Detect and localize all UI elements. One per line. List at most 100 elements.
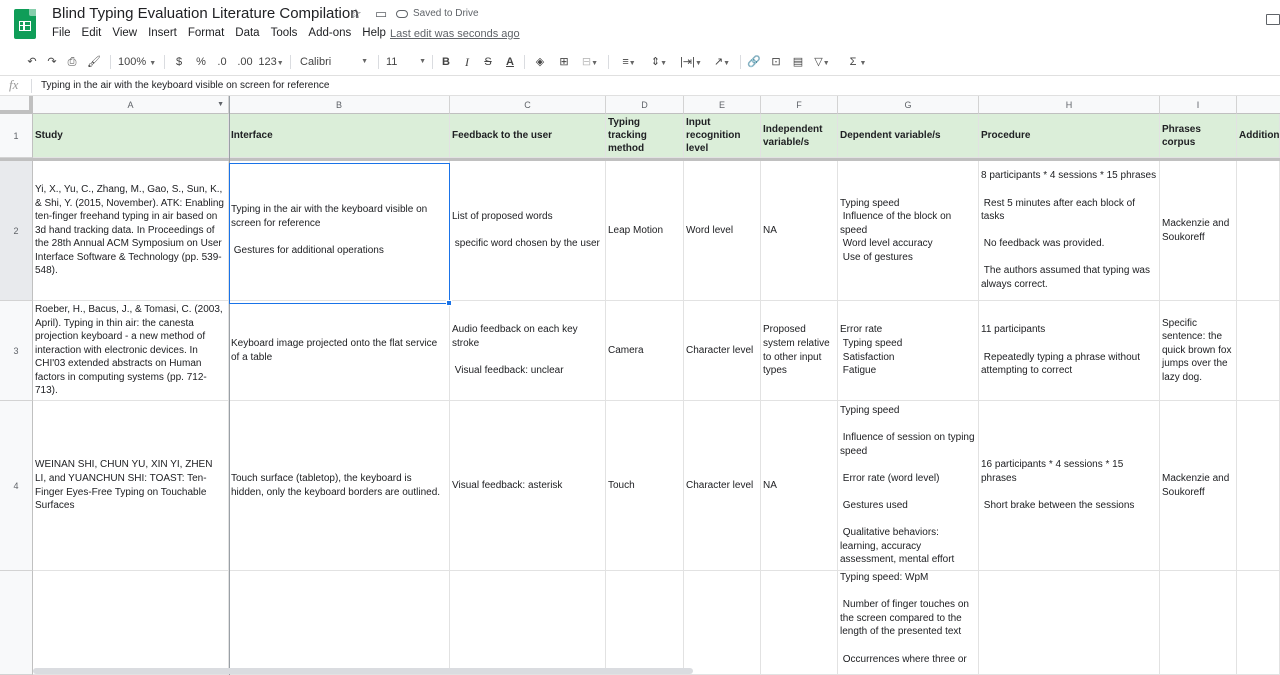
cell-j5[interactable] [1237, 571, 1280, 675]
menu-view[interactable]: View [112, 27, 137, 39]
text-wrapping-icon[interactable]: |⇥|▼ [678, 54, 704, 70]
menu-edit[interactable]: Edit [82, 27, 102, 39]
cell-i3[interactable]: Specific sentence: the quick brown fox j… [1160, 301, 1237, 401]
cell-d3[interactable]: Camera [606, 301, 684, 401]
cell-i4[interactable]: Mackenzie and Soukoreff [1160, 401, 1237, 571]
menu-addons[interactable]: Add-ons [308, 27, 351, 39]
cell-e3[interactable]: Character level [684, 301, 761, 401]
frozen-column-divider[interactable] [229, 96, 230, 675]
cell-b5[interactable] [229, 571, 450, 675]
cell-j2[interactable] [1237, 161, 1280, 301]
filter-icon[interactable]: ▽▼ [812, 54, 832, 70]
italic-button[interactable]: I [461, 54, 473, 70]
font-size-select[interactable]: 11 ▼ [386, 54, 428, 70]
borders-icon[interactable]: ⊞ [556, 54, 572, 70]
redo-icon[interactable]: ↷ [44, 54, 60, 70]
paint-format-icon[interactable]: 🖌 [86, 54, 102, 70]
cell-j4[interactable] [1237, 401, 1280, 571]
formula-input[interactable]: Typing in the air with the keyboard visi… [41, 80, 330, 91]
cell-h4[interactable]: 16 participants * 4 sessions * 15 phrase… [979, 401, 1160, 571]
horizontal-align-icon[interactable]: ≡▼ [618, 54, 640, 70]
cell-c4[interactable]: Visual feedback: asterisk [450, 401, 606, 571]
cell-i2[interactable]: Mackenzie and Soukoreff [1160, 161, 1237, 301]
last-edit-link[interactable]: Last edit was seconds ago [390, 28, 520, 40]
select-all-corner[interactable] [0, 96, 33, 114]
functions-button[interactable]: Σ ▼ [846, 54, 870, 70]
cell-f5[interactable] [761, 571, 838, 675]
cell-h2[interactable]: 8 participants * 4 sessions * 15 phrases… [979, 161, 1160, 301]
print-icon[interactable]: ⎙ [64, 54, 80, 70]
merge-cells-icon[interactable]: ⊟▼ [580, 54, 600, 70]
strikethrough-button[interactable]: S [482, 54, 494, 70]
column-header-a[interactable]: A ▼ [33, 96, 229, 114]
menu-file[interactable]: File [52, 27, 71, 39]
font-family-select[interactable]: Calibri ▼ [300, 54, 372, 70]
cell-e2[interactable]: Word level [684, 161, 761, 301]
save-status[interactable]: Saved to Drive [396, 8, 479, 19]
horizontal-scrollbar[interactable] [33, 668, 693, 674]
cell-g2[interactable]: Typing speed Influence of the block on s… [838, 161, 979, 301]
row-header-3[interactable]: 3 [0, 301, 33, 401]
cell-e4[interactable]: Character level [684, 401, 761, 571]
cell-d4[interactable]: Touch [606, 401, 684, 571]
cell-e1[interactable]: Input recognition level [684, 114, 761, 158]
decrease-decimal-button[interactable]: .0 [214, 54, 230, 70]
column-header-f[interactable]: F [761, 96, 838, 114]
cell-b3[interactable]: Keyboard image projected onto the flat s… [229, 301, 450, 401]
cell-h3[interactable]: 11 participants Repeatedly typing a phra… [979, 301, 1160, 401]
column-header-i[interactable]: I [1160, 96, 1237, 114]
menu-insert[interactable]: Insert [148, 27, 177, 39]
cell-h1[interactable]: Procedure [979, 114, 1160, 158]
cell-g5[interactable]: Typing speed: WpM Number of finger touch… [838, 571, 979, 675]
cell-f4[interactable]: NA [761, 401, 838, 571]
column-header-e[interactable]: E [684, 96, 761, 114]
currency-format-button[interactable]: $ [172, 54, 186, 70]
cell-j3[interactable] [1237, 301, 1280, 401]
fill-color-icon[interactable]: ◈ [532, 54, 548, 70]
cell-c3[interactable]: Audio feedback on each key stroke Visual… [450, 301, 606, 401]
menu-format[interactable]: Format [188, 27, 224, 39]
cell-d2[interactable]: Leap Motion [606, 161, 684, 301]
percent-format-button[interactable]: % [194, 54, 208, 70]
column-header-h[interactable]: H [979, 96, 1160, 114]
column-header-c[interactable]: C [450, 96, 606, 114]
row-header-5[interactable] [0, 571, 33, 675]
cell-a2[interactable]: Yi, X., Yu, C., Zhang, M., Gao, S., Sun,… [33, 161, 229, 301]
cell-f2[interactable]: NA [761, 161, 838, 301]
cell-i5[interactable] [1160, 571, 1237, 675]
increase-decimal-button[interactable]: .00 [236, 54, 254, 70]
column-header-b[interactable]: B [229, 96, 450, 114]
cell-a4[interactable]: WEINAN SHI, CHUN YU, XIN YI, ZHEN LI, an… [33, 401, 229, 571]
cell-a1[interactable]: Study [33, 114, 229, 158]
menu-tools[interactable]: Tools [271, 27, 298, 39]
column-header-g[interactable]: G [838, 96, 979, 114]
column-header-d[interactable]: D [606, 96, 684, 114]
cell-g4[interactable]: Typing speed Influence of session on typ… [838, 401, 979, 571]
more-formats-select[interactable]: 123▼ [258, 54, 284, 70]
cell-d5[interactable] [606, 571, 684, 675]
fill-handle[interactable] [446, 300, 452, 306]
text-rotation-icon[interactable]: ↗▼ [710, 54, 734, 70]
document-title[interactable]: Blind Typing Evaluation Literature Compi… [52, 5, 359, 22]
move-folder-icon[interactable]: ▭ [373, 6, 389, 22]
menu-help[interactable]: Help [362, 27, 386, 39]
insert-chart-icon[interactable]: ▤ [790, 54, 806, 70]
cell-c2[interactable]: List of proposed words specific word cho… [450, 161, 606, 301]
insert-comment-icon[interactable]: ⊡ [768, 54, 784, 70]
cell-c5[interactable] [450, 571, 606, 675]
insert-link-icon[interactable]: 🔗 [746, 54, 762, 70]
cell-g3[interactable]: Error rate Typing speed Satisfaction Fat… [838, 301, 979, 401]
cell-f1[interactable]: Independent variable/s [761, 114, 838, 158]
cell-j1[interactable]: Additional [1237, 114, 1280, 158]
zoom-select[interactable]: 100% ▼ [118, 54, 156, 70]
cell-e5[interactable] [684, 571, 761, 675]
row-header-1[interactable]: 1 [0, 114, 33, 158]
cell-f3[interactable]: Proposed system relative to other input … [761, 301, 838, 401]
cell-a3[interactable]: Roeber, H., Bacus, J., & Tomasi, C. (200… [33, 301, 229, 401]
column-menu-icon[interactable]: ▼ [217, 96, 224, 114]
column-header-j[interactable] [1237, 96, 1280, 114]
cell-h5[interactable] [979, 571, 1160, 675]
cell-d1[interactable]: Typing tracking method [606, 114, 684, 158]
text-color-button[interactable]: A [504, 54, 516, 70]
menu-data[interactable]: Data [235, 27, 259, 39]
